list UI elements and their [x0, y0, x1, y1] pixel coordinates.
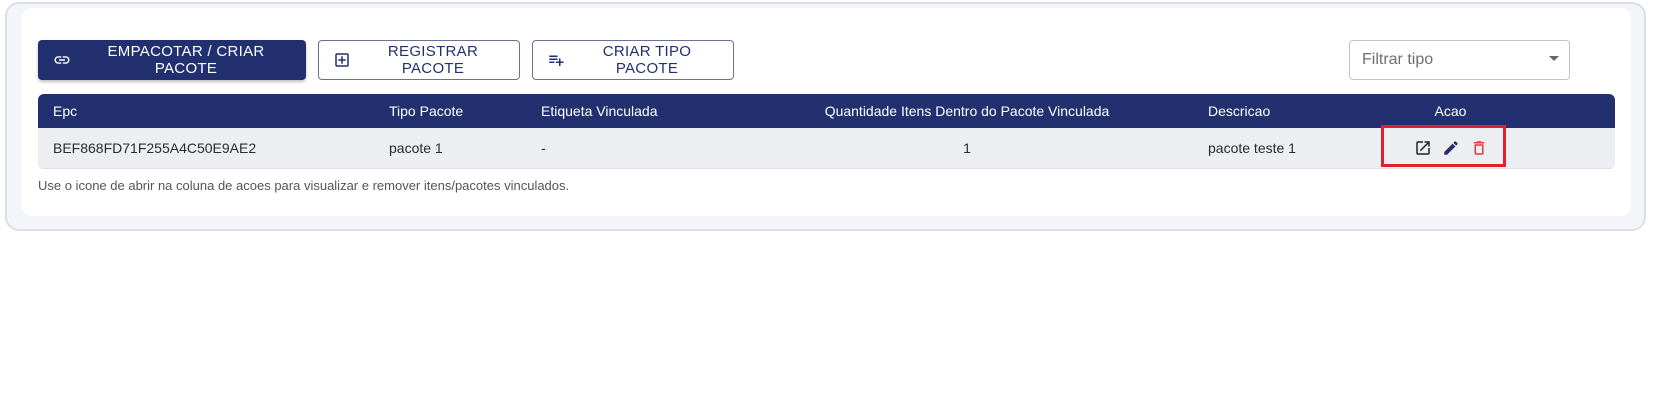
toolbar: EMPACOTAR / CRIAR PACOTE REGISTRAR PACOT… [38, 40, 734, 80]
column-header-descricao[interactable]: Descricao [1208, 94, 1270, 128]
register-package-label: REGISTRAR PACOTE [387, 43, 479, 77]
content-panel: EMPACOTAR / CRIAR PACOTE REGISTRAR PACOT… [22, 8, 1631, 216]
row-actions [1414, 139, 1488, 157]
link-icon [53, 51, 71, 69]
edit-pencil-icon[interactable] [1442, 139, 1460, 157]
chevron-down-icon [1549, 56, 1559, 61]
cell-descricao: pacote teste 1 [1208, 140, 1296, 156]
filter-type-select[interactable]: Filtrar tipo [1349, 40, 1570, 80]
column-header-tipo-pacote[interactable]: Tipo Pacote [389, 94, 463, 128]
cell-quantidade: 1 [963, 140, 971, 156]
column-header-quantidade[interactable]: Quantidade Itens Dentro do Pacote Vincul… [798, 94, 1136, 128]
add-box-icon [333, 51, 351, 69]
packages-table: Epc Tipo Pacote Etiqueta Vinculada Quant… [38, 94, 1615, 169]
delete-trash-icon[interactable] [1470, 139, 1488, 157]
create-package-type-label: CRIAR TIPO PACOTE [602, 43, 692, 77]
create-package-type-button[interactable]: CRIAR TIPO PACOTE [532, 40, 734, 80]
help-text: Use o icone de abrir na coluna de acoes … [38, 178, 570, 193]
table-header: Epc Tipo Pacote Etiqueta Vinculada Quant… [38, 94, 1615, 128]
cell-epc: BEF868FD71F255A4C50E9AE2 [53, 140, 257, 156]
column-header-epc[interactable]: Epc [53, 94, 77, 128]
pack-create-label: EMPACOTAR / CRIAR PACOTE [107, 43, 265, 77]
table-row[interactable]: BEF868FD71F255A4C50E9AE2 pacote 1 - 1 pa… [38, 128, 1615, 169]
open-in-new-icon[interactable] [1414, 139, 1432, 157]
register-package-button[interactable]: REGISTRAR PACOTE [318, 40, 520, 80]
pack-create-button[interactable]: EMPACOTAR / CRIAR PACOTE [38, 40, 306, 80]
playlist-add-icon [547, 51, 565, 69]
column-header-acao: Acao [1434, 103, 1467, 119]
column-header-etiqueta[interactable]: Etiqueta Vinculada [541, 94, 658, 128]
filter-type-placeholder: Filtrar tipo [1362, 51, 1434, 68]
cell-acao [1398, 128, 1503, 168]
page-card: EMPACOTAR / CRIAR PACOTE REGISTRAR PACOT… [5, 2, 1646, 231]
cell-etiqueta: - [541, 140, 546, 156]
cell-tipo-pacote: pacote 1 [389, 140, 443, 156]
